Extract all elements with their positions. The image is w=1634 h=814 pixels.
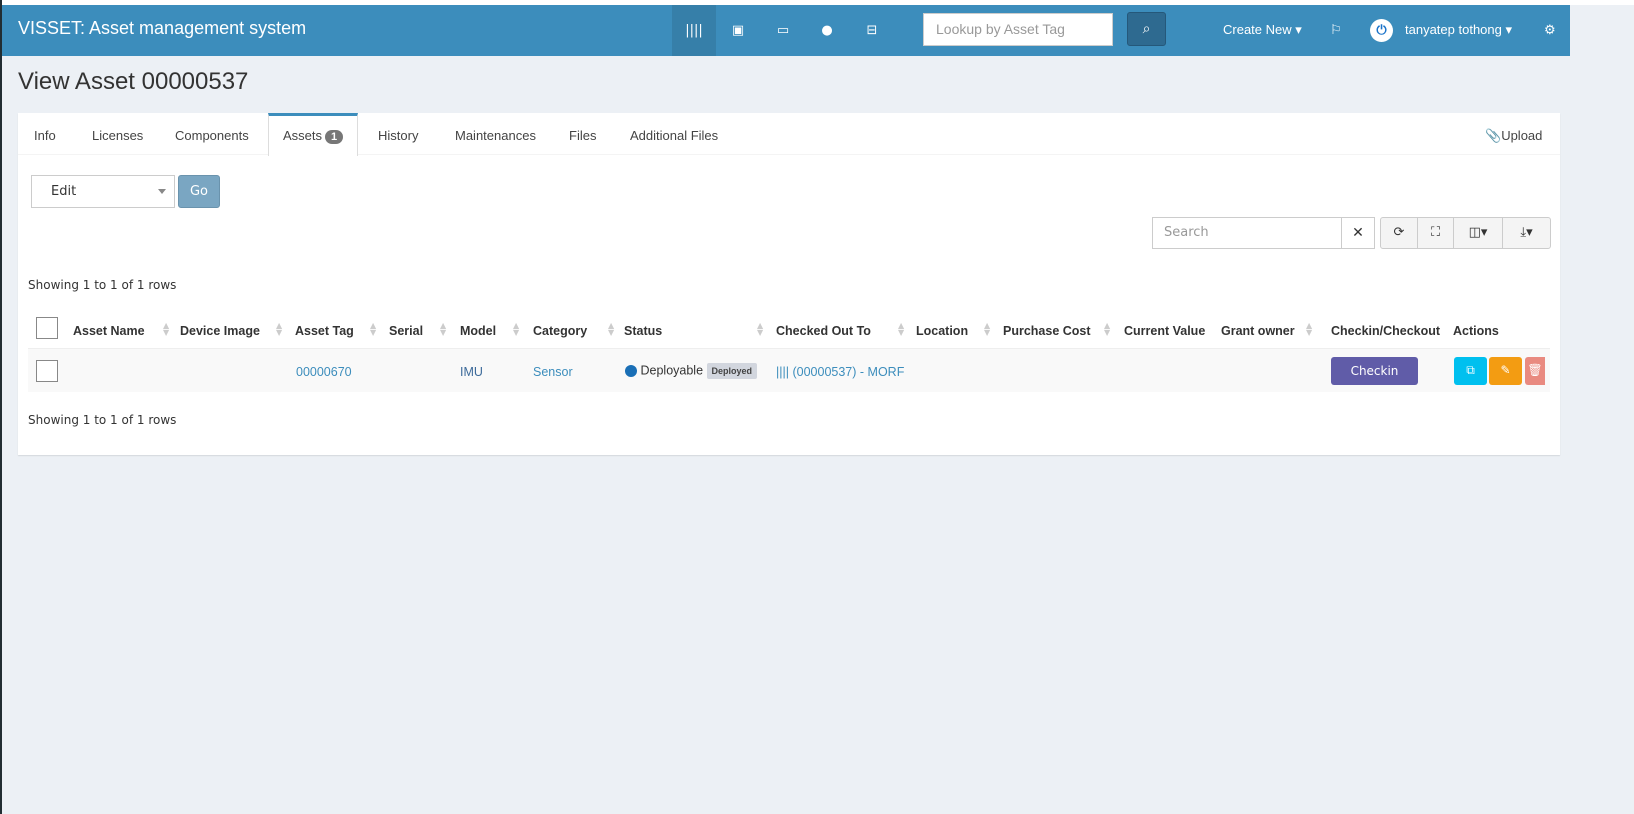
table-search-input[interactable]: Search: [1152, 217, 1342, 249]
tab-assets[interactable]: Assets 1: [268, 113, 358, 156]
col-actions: Actions: [1453, 324, 1499, 338]
col-checked-out-to[interactable]: Checked Out To: [776, 324, 871, 338]
col-purchase-cost[interactable]: Purchase Cost: [1003, 324, 1091, 338]
tab-history[interactable]: History: [378, 113, 418, 156]
bulk-action-select[interactable]: Edit: [31, 175, 175, 208]
avatar[interactable]: ⏻: [1370, 19, 1393, 42]
tab-additional-files[interactable]: Additional Files: [630, 113, 718, 156]
sort-icon[interactable]: ▲ ▼: [370, 322, 376, 337]
row-checkbox[interactable]: [36, 360, 58, 382]
col-grant-owner[interactable]: Grant owner: [1221, 324, 1295, 338]
user-name: tanyatep tothong: [1405, 22, 1502, 37]
export-icon[interactable]: ⤓▾: [1502, 217, 1551, 249]
create-new-menu[interactable]: Create New ▾: [1223, 22, 1302, 38]
sort-icon[interactable]: ▲ ▼: [163, 322, 169, 337]
asset-panel: Info Licenses Components Assets 1 History…: [18, 113, 1560, 455]
col-asset-tag[interactable]: Asset Tag: [295, 324, 354, 338]
status-badge: Deployed: [706, 363, 758, 379]
tab-files[interactable]: Files: [569, 113, 596, 156]
sort-icon[interactable]: ▲ ▼: [757, 322, 763, 337]
clone-icon[interactable]: ⧉: [1454, 357, 1487, 385]
top-navbar: VISSET: Asset management system |||| ▣ ▭…: [2, 5, 1570, 56]
col-status[interactable]: Status: [624, 324, 662, 338]
columns-icon[interactable]: ◫▾: [1453, 217, 1503, 249]
sort-icon[interactable]: ▲ ▼: [1104, 322, 1110, 337]
barcode-icon[interactable]: ||||: [672, 5, 716, 56]
user-menu[interactable]: tanyatep tothong ▾: [1405, 22, 1512, 38]
col-asset-name[interactable]: Asset Name: [73, 324, 145, 338]
tab-licenses[interactable]: Licenses: [92, 113, 143, 156]
tab-components[interactable]: Components: [175, 113, 249, 156]
showing-rows-top: Showing 1 to 1 of 1 rows: [28, 278, 177, 292]
server-icon[interactable]: ⊟: [850, 5, 894, 56]
sort-icon[interactable]: ▲ ▼: [1306, 322, 1312, 337]
barcode-icon: ||||: [776, 365, 789, 379]
col-device-image[interactable]: Device Image: [180, 324, 260, 338]
sort-icon[interactable]: ▲ ▼: [898, 322, 904, 337]
flag-icon[interactable]: ⚐: [1330, 22, 1342, 38]
sort-icon[interactable]: ▲ ▼: [608, 322, 614, 337]
sort-icon[interactable]: ▲ ▼: [513, 322, 519, 337]
col-checkin-checkout: Checkin/Checkout: [1331, 324, 1441, 338]
sort-icon[interactable]: ▲ ▼: [984, 322, 990, 337]
go-button[interactable]: Go: [178, 175, 220, 208]
tint-icon[interactable]: ●: [805, 5, 849, 56]
upload-button[interactable]: 📎Upload: [1485, 113, 1542, 156]
refresh-icon[interactable]: ⟳: [1380, 217, 1418, 249]
col-location[interactable]: Location: [916, 324, 968, 338]
col-model[interactable]: Model: [460, 324, 496, 338]
clear-search-icon[interactable]: ✕: [1341, 217, 1375, 249]
category-link[interactable]: Sensor: [533, 365, 573, 379]
create-new-label: Create New: [1223, 22, 1292, 37]
checkin-button[interactable]: Checkin: [1331, 357, 1418, 385]
lookup-input[interactable]: Lookup by Asset Tag: [923, 13, 1113, 46]
save-icon[interactable]: ▣: [716, 5, 760, 56]
col-current-value[interactable]: Current Value: [1124, 324, 1205, 338]
paperclip-icon: 📎: [1485, 128, 1502, 143]
sort-icon[interactable]: ▲ ▼: [440, 322, 446, 337]
upload-label: Upload: [1501, 128, 1543, 143]
showing-rows-bottom: Showing 1 to 1 of 1 rows: [28, 413, 177, 427]
settings-icon[interactable]: ⚙: [1544, 22, 1556, 38]
col-serial[interactable]: Serial: [389, 324, 423, 338]
brand[interactable]: VISSET: Asset management system: [18, 18, 306, 39]
delete-icon[interactable]: 🗑: [1525, 357, 1545, 385]
status-cell: Deployable Deployed: [625, 363, 758, 379]
search-icon[interactable]: ⌕: [1127, 12, 1166, 46]
edit-icon[interactable]: ✎: [1489, 357, 1522, 385]
asset-tag-link[interactable]: 00000670: [296, 365, 352, 379]
fullscreen-icon[interactable]: ⛶: [1417, 217, 1454, 249]
tab-assets-label: Assets: [283, 128, 323, 143]
checked-out-to-text: (00000537) - MORF: [792, 365, 905, 379]
assets-count-badge: 1: [325, 130, 344, 144]
status-text: Deployable: [640, 363, 704, 378]
tab-info[interactable]: Info: [34, 113, 56, 156]
model-link[interactable]: IMU: [460, 365, 483, 379]
status-dot-icon: [625, 365, 637, 377]
checked-out-to-link[interactable]: |||| (00000537) - MORF: [776, 365, 904, 379]
tab-bar: Info Licenses Components Assets 1 History…: [18, 113, 1560, 156]
keyboard-icon[interactable]: ▭: [761, 5, 805, 56]
col-category[interactable]: Category: [533, 324, 587, 338]
page-title: View Asset 00000537: [18, 68, 249, 95]
select-all-checkbox[interactable]: [36, 317, 58, 339]
sort-icon[interactable]: ▲ ▼: [276, 322, 282, 337]
tab-maintenances[interactable]: Maintenances: [455, 113, 536, 156]
